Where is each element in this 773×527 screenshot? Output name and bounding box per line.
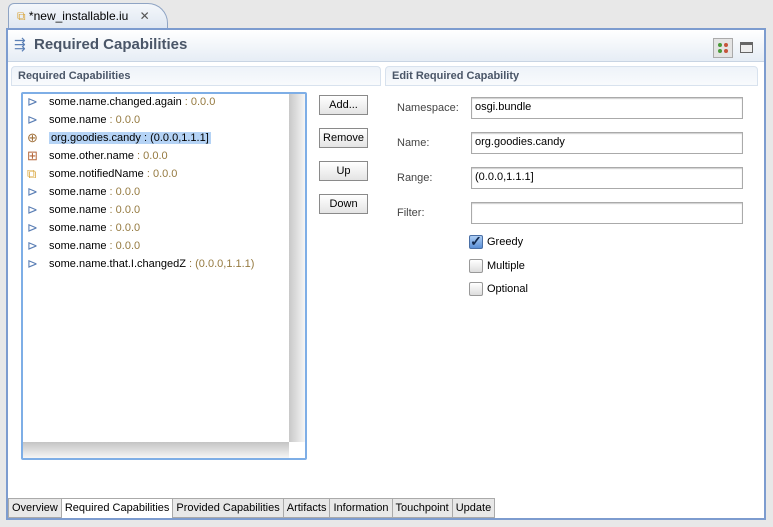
item-version: : 0.0.0 — [181, 96, 216, 108]
list-item[interactable]: ⊳ some.name : 0.0.0 — [27, 219, 140, 237]
plugin-icon: ⊳ — [27, 112, 38, 127]
list-item[interactable]: ⊕ org.goodies.candy : (0.0.0,1.1.1] — [27, 129, 211, 147]
item-text: org.goodies.candy : (0.0.0,1.1.1] — [49, 132, 211, 144]
page-title: Required Capabilities — [34, 36, 188, 53]
item-text: some.name.changed.again : 0.0.0 — [49, 96, 215, 108]
item-text: some.name : 0.0.0 — [49, 222, 140, 234]
tab-information[interactable]: Information — [330, 498, 393, 518]
item-name: some.name — [49, 114, 107, 126]
tab-touchpoint[interactable]: Touchpoint — [392, 498, 453, 518]
list-item[interactable]: ⊳ some.name : 0.0.0 — [27, 237, 140, 255]
item-version: : 0.0.0 — [106, 204, 141, 216]
editor-tab[interactable]: ⧉ *new_installable.iu ✕ — [8, 3, 168, 29]
list-item[interactable]: ⊳ some.name : 0.0.0 — [27, 111, 140, 129]
list-item[interactable]: ⊳ some.name : 0.0.0 — [27, 201, 140, 219]
section-title: Required Capabilities — [18, 70, 131, 82]
item-version: : 0.0.0 — [143, 168, 178, 180]
item-version: : 0.0.0 — [134, 150, 168, 162]
vertical-scrollbar[interactable] — [289, 94, 305, 442]
filter-label: Filter: — [397, 207, 425, 219]
editor-tab-title: *new_installable.iu — [28, 9, 129, 23]
multiple-label: Multiple — [487, 260, 525, 272]
required-capabilities-icon: ⇶ — [14, 36, 26, 52]
grid-icon: ⊞ — [27, 148, 38, 163]
range-input[interactable]: (0.0.0,1.1.1] — [471, 167, 743, 189]
down-button[interactable]: Down — [319, 194, 368, 214]
rows-icon — [740, 42, 753, 53]
namespace-label: Namespace: — [397, 102, 459, 114]
close-icon[interactable]: ✕ — [140, 9, 150, 23]
item-name: some.name — [49, 222, 107, 234]
item-version: : 0.0.0 — [106, 222, 141, 234]
plugin-icon: ⊳ — [27, 238, 38, 253]
item-text: some.other.name : 0.0.0 — [49, 150, 168, 162]
item-version: : 0.0.0 — [106, 186, 141, 198]
greedy-checkbox[interactable]: ✓ — [469, 234, 483, 249]
crosshair-icon: ⊕ — [27, 130, 38, 145]
item-text: some.name : 0.0.0 — [49, 240, 140, 252]
multiple-checkbox[interactable] — [469, 259, 483, 273]
list-item[interactable]: ⊳ some.name.changed.again : 0.0.0 — [27, 93, 215, 111]
tab-provided-capabilities[interactable]: Provided Capabilities — [173, 498, 284, 518]
tab-update[interactable]: Update — [452, 498, 496, 518]
filter-input[interactable] — [471, 202, 743, 224]
plugin-icon: ⊳ — [27, 256, 38, 271]
columns-icon — [718, 43, 728, 53]
item-version: : (0.0.0,1.1.1] — [140, 132, 209, 144]
list-item[interactable]: ⊳ some.name.that.I.changedZ : (0.0.0,1.1.… — [27, 255, 254, 273]
list-item[interactable]: ⊳ some.name : 0.0.0 — [27, 183, 140, 201]
item-text: some.name : 0.0.0 — [49, 186, 140, 198]
optional-label: Optional — [487, 283, 528, 295]
item-name: some.name.changed.again — [49, 96, 182, 108]
name-label: Name: — [397, 137, 430, 149]
item-text: some.name : 0.0.0 — [49, 204, 140, 216]
name-input[interactable]: org.goodies.candy — [471, 132, 743, 154]
folder-plugin-icon: ⧉ — [27, 166, 37, 181]
list-item[interactable]: ⊞ some.other.name : 0.0.0 — [27, 147, 168, 165]
namespace-input[interactable]: osgi.bundle — [471, 97, 743, 119]
page-tabs: Overview Required Capabilities Provided Ca… — [8, 498, 496, 518]
optional-checkbox[interactable] — [469, 282, 483, 296]
item-name: some.name.that.I.changedZ — [49, 258, 186, 270]
plugin-icon: ⊳ — [27, 184, 38, 199]
vertical-layout-button[interactable] — [736, 38, 756, 58]
plugin-icon: ⊳ — [27, 94, 38, 109]
item-name: some.notifiedName — [49, 168, 144, 180]
item-name: some.name — [49, 204, 107, 216]
plugin-icon: ⊳ — [27, 220, 38, 235]
item-text: some.name.that.I.changedZ : (0.0.0,1.1.1… — [49, 258, 254, 270]
item-text: some.notifiedName : 0.0.0 — [49, 168, 177, 180]
greedy-label: Greedy — [487, 236, 524, 248]
item-text: some.name : 0.0.0 — [49, 114, 140, 126]
item-version: : 0.0.0 — [106, 114, 141, 126]
plugin-icon: ⧉ — [17, 9, 26, 23]
range-label: Range: — [397, 172, 433, 184]
plugin-icon: ⊳ — [27, 202, 38, 217]
item-name: some.name — [49, 186, 107, 198]
item-name: some.name — [49, 240, 107, 252]
section-title: Edit Required Capability — [392, 70, 520, 82]
horizontal-layout-button[interactable] — [713, 38, 733, 58]
remove-button[interactable]: Remove — [319, 128, 368, 148]
tab-required-capabilities[interactable]: Required Capabilities — [61, 498, 174, 518]
item-name: some.other.name — [49, 150, 134, 162]
item-version: : 0.0.0 — [106, 240, 141, 252]
item-version: : (0.0.0,1.1.1) — [185, 258, 255, 270]
horizontal-scrollbar[interactable] — [23, 442, 289, 458]
tab-artifacts[interactable]: Artifacts — [283, 498, 331, 518]
up-button[interactable]: Up — [319, 161, 368, 181]
add-button[interactable]: Add... — [319, 95, 368, 115]
tab-overview[interactable]: Overview — [8, 498, 62, 518]
item-name: org.goodies.candy — [51, 132, 141, 144]
list-item[interactable]: ⧉ some.notifiedName : 0.0.0 — [27, 165, 177, 183]
